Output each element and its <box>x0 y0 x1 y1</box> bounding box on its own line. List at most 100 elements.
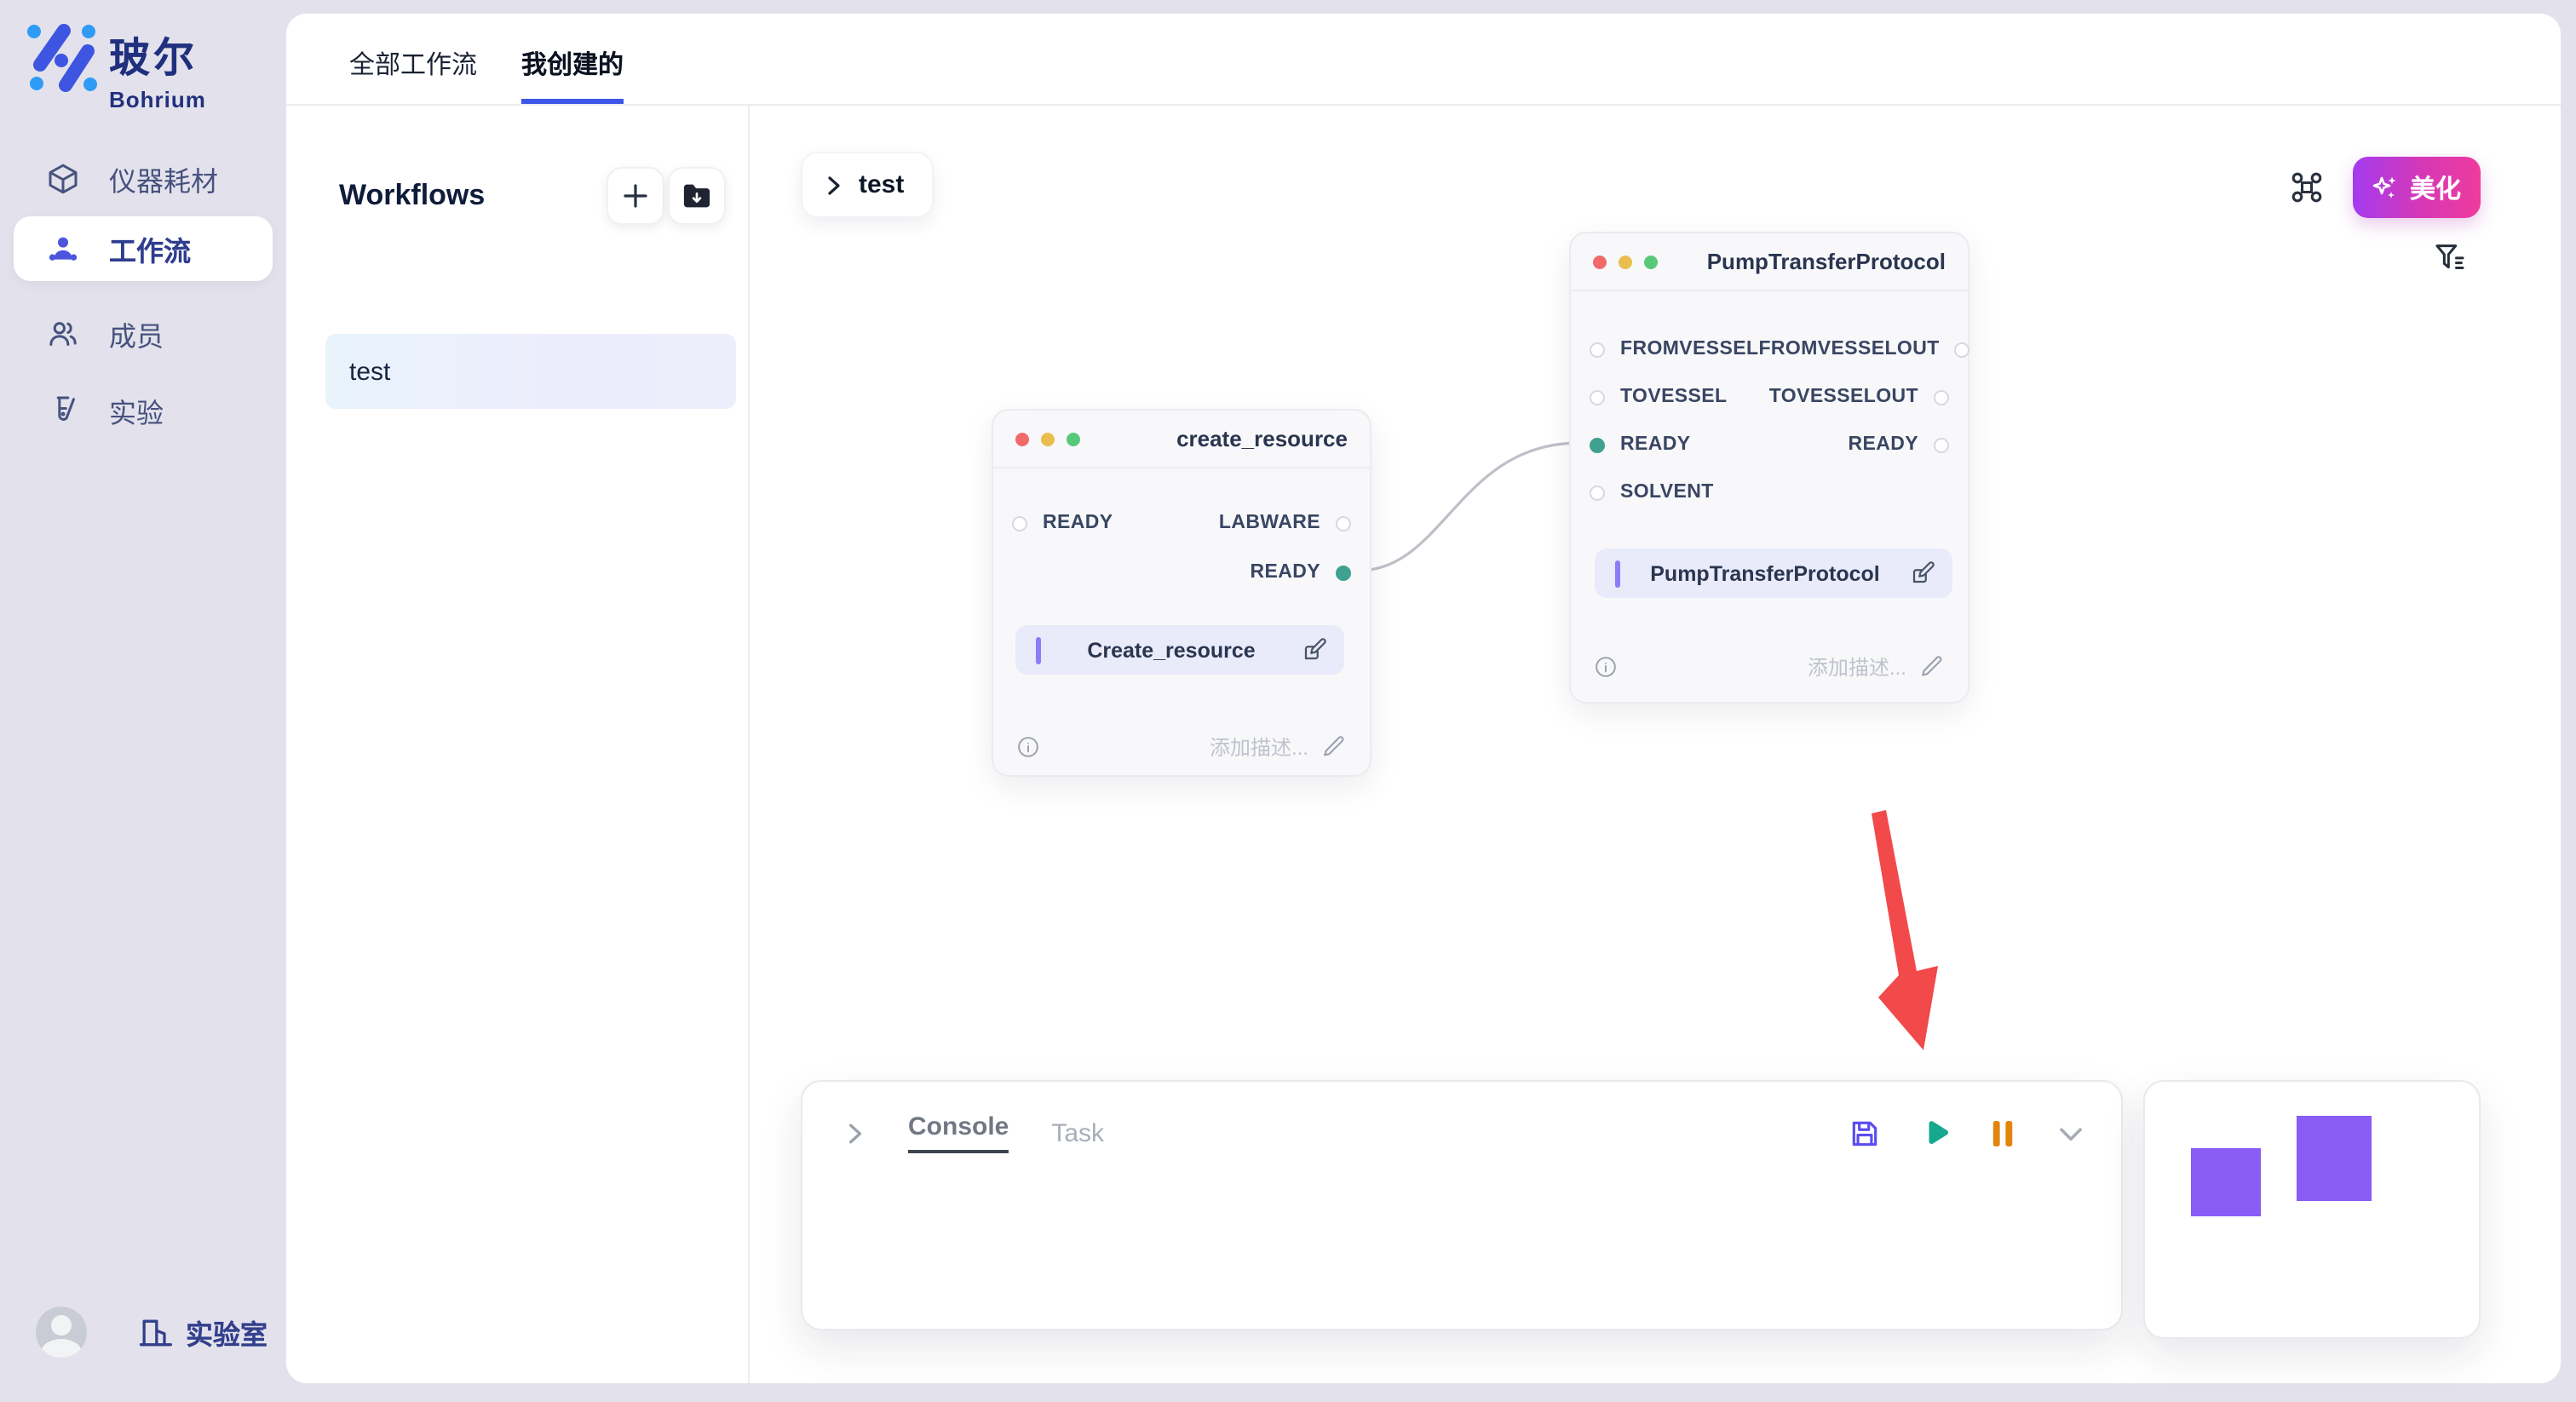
sidebar-item-instruments[interactable]: 仪器耗材 <box>14 147 273 211</box>
port-circle[interactable] <box>1336 515 1351 531</box>
info-icon[interactable] <box>1017 735 1039 757</box>
port-label: READY <box>1620 434 1691 455</box>
tab-console[interactable]: Console <box>908 1112 1009 1153</box>
port-circle-connected[interactable] <box>1590 437 1605 452</box>
input-port-tovessel[interactable]: TOVESSEL <box>1590 387 1728 407</box>
filter-button[interactable] <box>2433 240 2467 274</box>
breadcrumb-label: test <box>859 170 904 199</box>
output-port-fromvesselout[interactable]: FROMVESSELOUT <box>1758 339 1969 359</box>
beautify-button[interactable]: 美化 <box>2353 157 2481 218</box>
traffic-dots <box>1015 432 1080 445</box>
pill-label: Create_resource <box>1041 638 1302 662</box>
node-pill-pump-transfer[interactable]: PumpTransferProtocol <box>1595 549 1952 598</box>
pill-label: PumpTransferProtocol <box>1620 561 1910 585</box>
input-port-ready[interactable]: READY <box>1590 434 1691 455</box>
beautify-label: 美化 <box>2410 170 2461 205</box>
port-label: LABWARE <box>1219 513 1320 533</box>
save-icon <box>1849 1117 1881 1149</box>
edit-icon[interactable] <box>1910 560 1935 586</box>
run-button[interactable] <box>1920 1118 1951 1148</box>
node-title: PumpTransferProtocol <box>1707 249 1946 274</box>
description-placeholder: 添加描述... <box>1210 732 1308 761</box>
breadcrumb[interactable]: test <box>801 152 934 218</box>
minimap[interactable] <box>2143 1080 2481 1339</box>
app-root: 玻尔 Bohrium 仪器耗材 工作流 <box>0 0 2576 1402</box>
pencil-icon[interactable] <box>1322 734 1346 758</box>
dot-yellow <box>1619 255 1632 268</box>
workflows-panel: Workflows test <box>286 106 750 1383</box>
chevron-right-icon <box>823 175 843 195</box>
sidebar-item-label: 实验 <box>109 390 164 431</box>
port-label: TOVESSELOUT <box>1769 387 1918 407</box>
input-port-fromvessel[interactable]: FROMVESSEL <box>1590 339 1758 359</box>
port-label: FROMVESSELOUT <box>1758 339 1939 359</box>
sparkles-icon <box>2372 174 2400 201</box>
expand-chevron-icon[interactable] <box>843 1122 865 1144</box>
port-circle[interactable] <box>1934 437 1949 452</box>
port-circle[interactable] <box>1590 342 1605 357</box>
workflow-icon <box>46 232 80 266</box>
port-label: SOLVENT <box>1620 482 1714 503</box>
command-icon <box>2288 169 2326 206</box>
experiment-icon <box>46 394 80 428</box>
members-icon <box>46 317 80 351</box>
sidebar-footer[interactable]: 实验室 <box>36 1307 267 1358</box>
output-port-ready[interactable]: READY <box>1250 562 1351 583</box>
sidebar-item-members[interactable]: 成员 <box>14 302 273 366</box>
node-pump-transfer-protocol[interactable]: PumpTransferProtocol FROMVESSEL FROMVESS… <box>1569 232 1969 704</box>
port-label: TOVESSEL <box>1620 387 1728 407</box>
collapse-panel-button[interactable] <box>2055 1117 2087 1149</box>
building-icon <box>136 1313 174 1351</box>
node-create-resource[interactable]: create_resource READY LABWARE READY Crea… <box>992 409 1371 777</box>
avatar[interactable] <box>36 1307 87 1358</box>
tab-task[interactable]: Task <box>1051 1118 1104 1147</box>
node-title: create_resource <box>1176 426 1348 451</box>
edit-icon[interactable] <box>1302 637 1327 663</box>
port-circle[interactable] <box>1590 389 1605 405</box>
console-panel: Console Task <box>801 1080 2123 1330</box>
pencil-icon[interactable] <box>1920 654 1944 678</box>
sidebar-item-experiments[interactable]: 实验 <box>14 378 273 443</box>
input-port-ready[interactable]: READY <box>1012 513 1113 533</box>
sidebar-item-label: 仪器耗材 <box>109 158 218 199</box>
port-circle[interactable] <box>1955 342 1970 357</box>
dot-green <box>1644 255 1658 268</box>
node-pill-create-resource[interactable]: Create_resource <box>1015 625 1344 675</box>
port-circle[interactable] <box>1590 485 1605 500</box>
port-circle[interactable] <box>1934 389 1949 405</box>
add-workflow-button[interactable] <box>607 167 664 225</box>
port-label: READY <box>1043 513 1113 533</box>
add-description[interactable]: 添加描述... <box>1808 652 1944 681</box>
port-label: FROMVESSEL <box>1620 339 1758 359</box>
add-description[interactable]: 添加描述... <box>1210 732 1346 761</box>
node-footer: 添加描述... <box>1595 652 1944 680</box>
tab-all-workflows[interactable]: 全部工作流 <box>349 46 477 104</box>
dot-green <box>1067 432 1080 445</box>
minimap-node <box>2297 1116 2372 1201</box>
workflow-list-item-test[interactable]: test <box>325 334 736 409</box>
port-circle-connected[interactable] <box>1336 565 1351 580</box>
node-header: create_resource <box>993 411 1370 468</box>
import-folder-button[interactable] <box>668 167 726 225</box>
pause-button[interactable] <box>1990 1118 2015 1147</box>
command-palette-button[interactable] <box>2286 167 2327 208</box>
output-port-ready[interactable]: READY <box>1848 434 1949 455</box>
node-header: PumpTransferProtocol <box>1571 233 1968 291</box>
output-port-labware[interactable]: LABWARE <box>1219 513 1351 533</box>
port-circle[interactable] <box>1012 515 1027 531</box>
node-footer: 添加描述... <box>1017 733 1346 760</box>
dot-yellow <box>1041 432 1055 445</box>
play-icon <box>1920 1118 1951 1148</box>
sidebar-item-workflow[interactable]: 工作流 <box>14 216 273 281</box>
save-button[interactable] <box>1849 1117 1881 1149</box>
folder-import-icon <box>681 182 712 210</box>
lab-label: 实验室 <box>186 1312 267 1353</box>
info-icon[interactable] <box>1595 655 1617 677</box>
dot-red <box>1593 255 1607 268</box>
traffic-dots <box>1593 255 1658 268</box>
port-label: READY <box>1250 562 1320 583</box>
tab-my-created[interactable]: 我创建的 <box>521 46 624 104</box>
output-port-tovesselout[interactable]: TOVESSELOUT <box>1769 387 1949 407</box>
input-port-solvent[interactable]: SOLVENT <box>1590 482 1714 503</box>
workflow-tabbar: 全部工作流 我创建的 <box>286 14 2561 106</box>
